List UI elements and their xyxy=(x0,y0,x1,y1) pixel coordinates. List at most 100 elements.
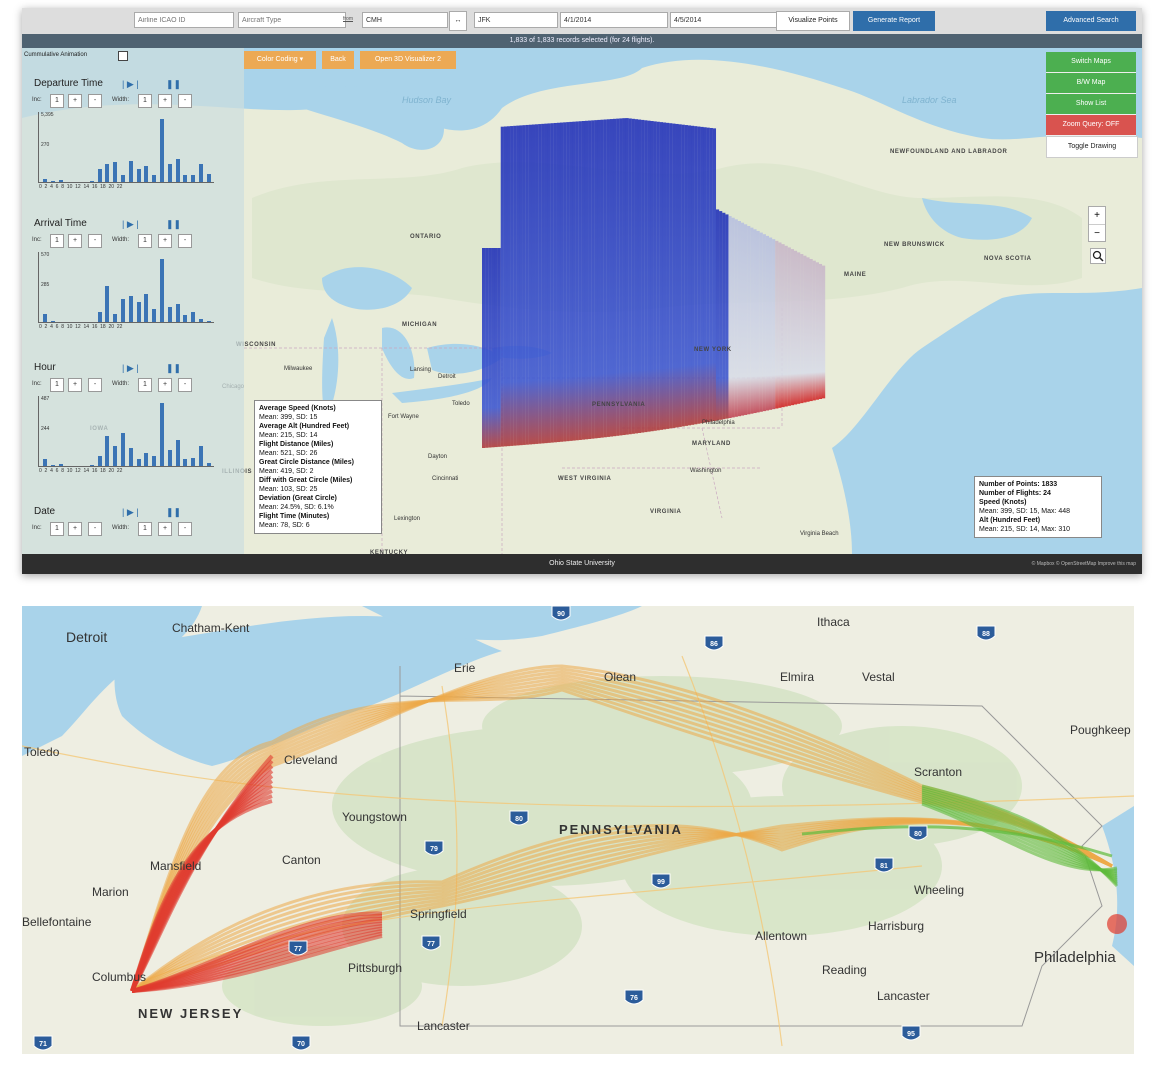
flight-paths-map[interactable]: 90 86 88 80 79 80 81 99 77 76 70 95 71 77 Detroit Chat… xyxy=(22,606,1134,1054)
histogram-bar[interactable] xyxy=(160,403,164,466)
width-input[interactable]: 1 xyxy=(138,94,152,108)
histogram-bar[interactable] xyxy=(43,314,47,322)
map-control-button[interactable]: B/W Map xyxy=(1046,73,1136,94)
play-icon[interactable]: | ▶ | xyxy=(122,363,139,374)
destination-input[interactable] xyxy=(474,12,558,28)
histogram-chart[interactable]: 570 285 0 2 4 6 8 10 12 14 16 18 20 22 xyxy=(38,252,214,330)
histogram-bar[interactable] xyxy=(191,458,196,466)
inc-input[interactable]: 1 xyxy=(50,378,64,392)
map-control-button[interactable]: Toggle Drawing xyxy=(1046,136,1138,158)
histogram-bar[interactable] xyxy=(167,163,172,182)
histogram-bar[interactable] xyxy=(43,178,47,182)
histogram-bar[interactable] xyxy=(50,320,55,322)
histogram-bar[interactable] xyxy=(105,163,110,182)
histogram-bar[interactable] xyxy=(113,162,118,182)
histogram-bar[interactable] xyxy=(105,285,110,322)
swap-button[interactable]: ↔ xyxy=(449,11,467,31)
inc-input[interactable]: 1 xyxy=(50,234,64,248)
aircraft-type-input[interactable] xyxy=(238,12,346,28)
histogram-bar[interactable] xyxy=(43,459,47,466)
inc-plus-button[interactable]: + xyxy=(68,234,82,248)
histogram-bar[interactable] xyxy=(89,180,94,182)
histogram-bar[interactable] xyxy=(97,456,102,466)
pause-icon[interactable]: ❚❚ xyxy=(166,363,181,374)
airline-input[interactable] xyxy=(134,12,234,28)
histogram-bar[interactable] xyxy=(167,307,172,322)
start-date-input[interactable] xyxy=(560,12,668,28)
histogram-bar[interactable] xyxy=(136,459,141,466)
histogram-bar[interactable] xyxy=(50,464,55,466)
histogram-bar[interactable] xyxy=(160,119,164,182)
histogram-bar[interactable] xyxy=(144,294,149,322)
histogram-bar[interactable] xyxy=(191,175,196,182)
play-icon[interactable]: | ▶ | xyxy=(122,507,139,518)
histogram-bar[interactable] xyxy=(160,259,164,322)
histogram-bar[interactable] xyxy=(97,312,102,322)
advanced-search-button[interactable]: Advanced Search xyxy=(1046,11,1136,31)
histogram-bar[interactable] xyxy=(199,318,203,322)
color-coding-button[interactable]: Color Coding ▾ xyxy=(244,51,316,69)
end-date-input[interactable] xyxy=(670,12,778,28)
width-minus-button[interactable]: - xyxy=(178,378,192,392)
inc-plus-button[interactable]: + xyxy=(68,522,82,536)
histogram-bar[interactable] xyxy=(89,464,94,466)
histogram-bar[interactable] xyxy=(206,174,211,182)
width-input[interactable]: 1 xyxy=(138,234,152,248)
histogram-bar[interactable] xyxy=(167,449,172,466)
back-button[interactable]: Back xyxy=(322,51,354,69)
histogram-bar[interactable] xyxy=(144,165,149,182)
zoom-out-button[interactable]: − xyxy=(1089,224,1105,242)
histogram-bar[interactable] xyxy=(50,180,55,182)
histogram-bar[interactable] xyxy=(113,314,118,322)
width-input[interactable]: 1 xyxy=(138,522,152,536)
histogram-chart[interactable]: 5,395 270 0 2 4 6 8 10 12 14 16 18 20 22 xyxy=(38,112,214,190)
inc-minus-button[interactable]: - xyxy=(88,522,102,536)
width-plus-button[interactable]: + xyxy=(158,234,172,248)
search-map-button[interactable] xyxy=(1090,248,1106,264)
generate-report-button[interactable]: Generate Report xyxy=(853,11,935,31)
histogram-bar[interactable] xyxy=(183,175,188,182)
width-plus-button[interactable]: + xyxy=(158,378,172,392)
origin-input[interactable] xyxy=(362,12,448,28)
histogram-bar[interactable] xyxy=(128,447,133,466)
histogram-bar[interactable] xyxy=(152,308,157,322)
histogram-bar[interactable] xyxy=(183,315,188,322)
base-map-2[interactable]: 90 86 88 80 79 80 81 99 77 76 70 95 71 77 Detroit Chat… xyxy=(22,606,1134,1054)
histogram-bar[interactable] xyxy=(136,302,141,322)
histogram-bar[interactable] xyxy=(136,168,141,182)
zoom-in-button[interactable]: + xyxy=(1089,207,1105,224)
play-icon[interactable]: | ▶ | xyxy=(122,79,139,90)
histogram-bar[interactable] xyxy=(58,464,63,466)
inc-plus-button[interactable]: + xyxy=(68,378,82,392)
histogram-bar[interactable] xyxy=(175,439,180,466)
map-control-button[interactable]: Show List xyxy=(1046,94,1136,115)
histogram-bar[interactable] xyxy=(128,160,133,182)
inc-input[interactable]: 1 xyxy=(50,94,64,108)
inc-plus-button[interactable]: + xyxy=(68,94,82,108)
width-minus-button[interactable]: - xyxy=(178,94,192,108)
visualize-points-button[interactable]: Visualize Points xyxy=(776,11,850,31)
histogram-bar[interactable] xyxy=(152,456,157,466)
map-control-button[interactable]: Switch Maps xyxy=(1046,52,1136,73)
histogram-bar[interactable] xyxy=(121,175,125,182)
pause-icon[interactable]: ❚❚ xyxy=(166,79,181,90)
inc-minus-button[interactable]: - xyxy=(88,378,102,392)
width-plus-button[interactable]: + xyxy=(158,94,172,108)
histogram-bar[interactable] xyxy=(58,180,63,182)
histogram-bar[interactable] xyxy=(199,163,203,182)
map-attribution[interactable]: © Mapbox © OpenStreetMap Improve this ma… xyxy=(1032,554,1136,574)
width-plus-button[interactable]: + xyxy=(158,522,172,536)
inc-input[interactable]: 1 xyxy=(50,522,64,536)
cumulative-animation-checkbox[interactable] xyxy=(118,51,128,61)
histogram-bar[interactable] xyxy=(152,175,157,182)
histogram-bar[interactable] xyxy=(175,303,180,322)
histogram-bar[interactable] xyxy=(199,446,203,466)
histogram-bar[interactable] xyxy=(105,436,110,466)
width-minus-button[interactable]: - xyxy=(178,234,192,248)
histogram-bar[interactable] xyxy=(206,462,211,466)
histogram-bar[interactable] xyxy=(97,168,102,182)
histogram-bar[interactable] xyxy=(121,433,125,466)
histogram-bar[interactable] xyxy=(128,295,133,322)
width-minus-button[interactable]: - xyxy=(178,522,192,536)
inc-minus-button[interactable]: - xyxy=(88,234,102,248)
